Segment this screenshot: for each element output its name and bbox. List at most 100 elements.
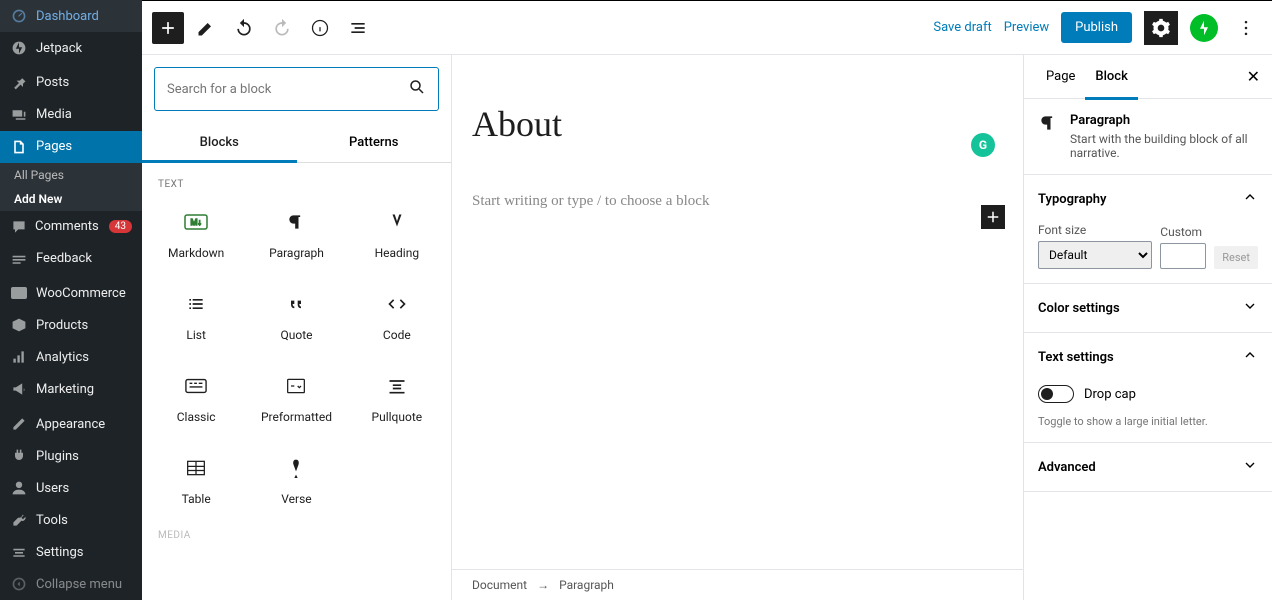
sidebar-label: Marketing: [36, 382, 94, 397]
sidebar-item-media[interactable]: Media: [0, 99, 142, 131]
appearance-icon: [10, 415, 28, 433]
admin-sidebar: Dashboard Jetpack Posts Media Pages All …: [0, 0, 142, 600]
sidebar-item-marketing[interactable]: Marketing: [0, 373, 142, 405]
breadcrumb-root[interactable]: Document: [472, 578, 527, 592]
sidebar-subitem-add-new[interactable]: Add New: [0, 187, 142, 211]
comments-icon: [10, 218, 27, 236]
dashboard-icon: [10, 7, 28, 25]
close-settings-button[interactable]: ✕: [1247, 67, 1260, 86]
block-paragraph[interactable]: Paragraph: [246, 194, 346, 276]
editor-canvas: About Start writing or type / to choose …: [452, 55, 1023, 600]
panel-text-settings: Text settings Drop cap Toggle to show a …: [1024, 333, 1272, 443]
sidebar-subitem-all-pages[interactable]: All Pages: [0, 163, 142, 187]
block-classic[interactable]: Classic: [146, 358, 246, 440]
search-icon: [408, 78, 426, 100]
preview-button[interactable]: Preview: [1004, 20, 1049, 35]
tab-blocks[interactable]: Blocks: [142, 123, 297, 162]
sidebar-item-tools[interactable]: Tools: [0, 504, 142, 536]
code-icon: [385, 292, 409, 316]
analytics-icon: [10, 348, 28, 366]
inline-add-block-button[interactable]: [981, 205, 1005, 229]
search-field[interactable]: [167, 82, 400, 97]
page-title[interactable]: About: [472, 103, 1003, 145]
settings-icon: [10, 543, 28, 561]
block-heading[interactable]: Heading: [347, 194, 447, 276]
breadcrumb-current[interactable]: Paragraph: [559, 578, 614, 592]
sidebar-label: Collapse menu: [36, 577, 122, 592]
block-preformatted[interactable]: Preformatted: [246, 358, 346, 440]
block-table[interactable]: Table: [146, 440, 246, 522]
block-pullquote[interactable]: Pullquote: [347, 358, 447, 440]
verse-icon: [284, 456, 308, 480]
block-quote[interactable]: Quote: [246, 276, 346, 358]
sidebar-item-pages[interactable]: Pages: [0, 131, 142, 163]
sidebar-label: Users: [36, 481, 69, 496]
block-code[interactable]: Code: [347, 276, 447, 358]
sidebar-item-analytics[interactable]: Analytics: [0, 341, 142, 373]
section-label-text: TEXT: [146, 171, 447, 194]
sidebar-label: Plugins: [36, 449, 79, 464]
edit-mode-button[interactable]: [190, 12, 222, 44]
sidebar-item-dashboard[interactable]: Dashboard: [0, 0, 142, 32]
tab-patterns[interactable]: Patterns: [297, 123, 452, 162]
tab-page[interactable]: Page: [1036, 55, 1085, 99]
comments-badge: 43: [109, 220, 132, 233]
custom-size-input[interactable]: [1160, 243, 1206, 269]
marketing-icon: [10, 380, 28, 398]
sidebar-item-settings[interactable]: Settings: [0, 536, 142, 568]
block-breadcrumb: Document → Paragraph: [452, 569, 1023, 600]
media-icon: [10, 106, 28, 124]
markdown-icon: M↓: [184, 210, 208, 234]
block-list[interactable]: List: [146, 276, 246, 358]
inserter-tabs: Blocks Patterns: [142, 123, 451, 163]
publish-button[interactable]: Publish: [1061, 12, 1132, 43]
dropcap-toggle[interactable]: [1038, 385, 1074, 403]
sidebar-label: Feedback: [36, 251, 92, 266]
grammarly-icon[interactable]: G: [971, 133, 995, 157]
jetpack-button[interactable]: [1190, 14, 1218, 42]
sidebar-item-woocommerce[interactable]: WooCommerce: [0, 277, 142, 309]
outline-button[interactable]: [342, 12, 374, 44]
sidebar-label: Posts: [36, 75, 69, 90]
sidebar-item-users[interactable]: Users: [0, 472, 142, 504]
block-info: Paragraph Start with the building block …: [1024, 99, 1272, 175]
more-options-button[interactable]: [1230, 12, 1262, 44]
undo-button[interactable]: [228, 12, 260, 44]
block-search-input[interactable]: [154, 67, 439, 111]
sidebar-item-appearance[interactable]: Appearance: [0, 408, 142, 440]
chevron-right-icon: →: [537, 578, 549, 592]
panel-advanced-header[interactable]: Advanced: [1024, 443, 1272, 491]
block-markdown[interactable]: M↓Markdown: [146, 194, 246, 276]
paragraph-placeholder[interactable]: Start writing or type / to choose a bloc…: [472, 193, 1003, 210]
products-icon: [10, 316, 28, 334]
top-toolbar: Save draft Preview Publish: [142, 1, 1272, 55]
paragraph-icon: [1038, 113, 1058, 160]
info-button[interactable]: [304, 12, 336, 44]
panel-color-header[interactable]: Color settings: [1024, 284, 1272, 332]
redo-button[interactable]: [266, 12, 298, 44]
sidebar-item-plugins[interactable]: Plugins: [0, 440, 142, 472]
panel-typography-header[interactable]: Typography: [1024, 175, 1272, 223]
tab-block[interactable]: Block: [1085, 55, 1137, 99]
editor: Save draft Preview Publish Blocks Patter…: [142, 0, 1272, 600]
add-block-toggle-button[interactable]: [152, 12, 184, 44]
reset-button[interactable]: Reset: [1214, 246, 1258, 269]
sidebar-label: Tools: [36, 513, 68, 528]
panel-text-header[interactable]: Text settings: [1024, 333, 1272, 381]
panel-color: Color settings: [1024, 284, 1272, 333]
settings-toggle-button[interactable]: [1144, 11, 1178, 45]
sidebar-item-posts[interactable]: Posts: [0, 67, 142, 99]
section-label-media: MEDIA: [146, 522, 447, 545]
sidebar-item-feedback[interactable]: Feedback: [0, 243, 142, 275]
chevron-down-icon: [1242, 298, 1258, 318]
paragraph-icon: [284, 210, 308, 234]
save-draft-button[interactable]: Save draft: [933, 20, 991, 35]
sidebar-item-jetpack[interactable]: Jetpack: [0, 32, 142, 64]
sidebar-label: Settings: [36, 545, 83, 560]
svg-text:M↓: M↓: [191, 218, 202, 227]
sidebar-item-collapse[interactable]: Collapse menu: [0, 568, 142, 600]
sidebar-item-products[interactable]: Products: [0, 309, 142, 341]
block-verse[interactable]: Verse: [246, 440, 346, 522]
font-size-select[interactable]: Default: [1038, 241, 1152, 269]
sidebar-item-comments[interactable]: Comments43: [0, 211, 142, 243]
